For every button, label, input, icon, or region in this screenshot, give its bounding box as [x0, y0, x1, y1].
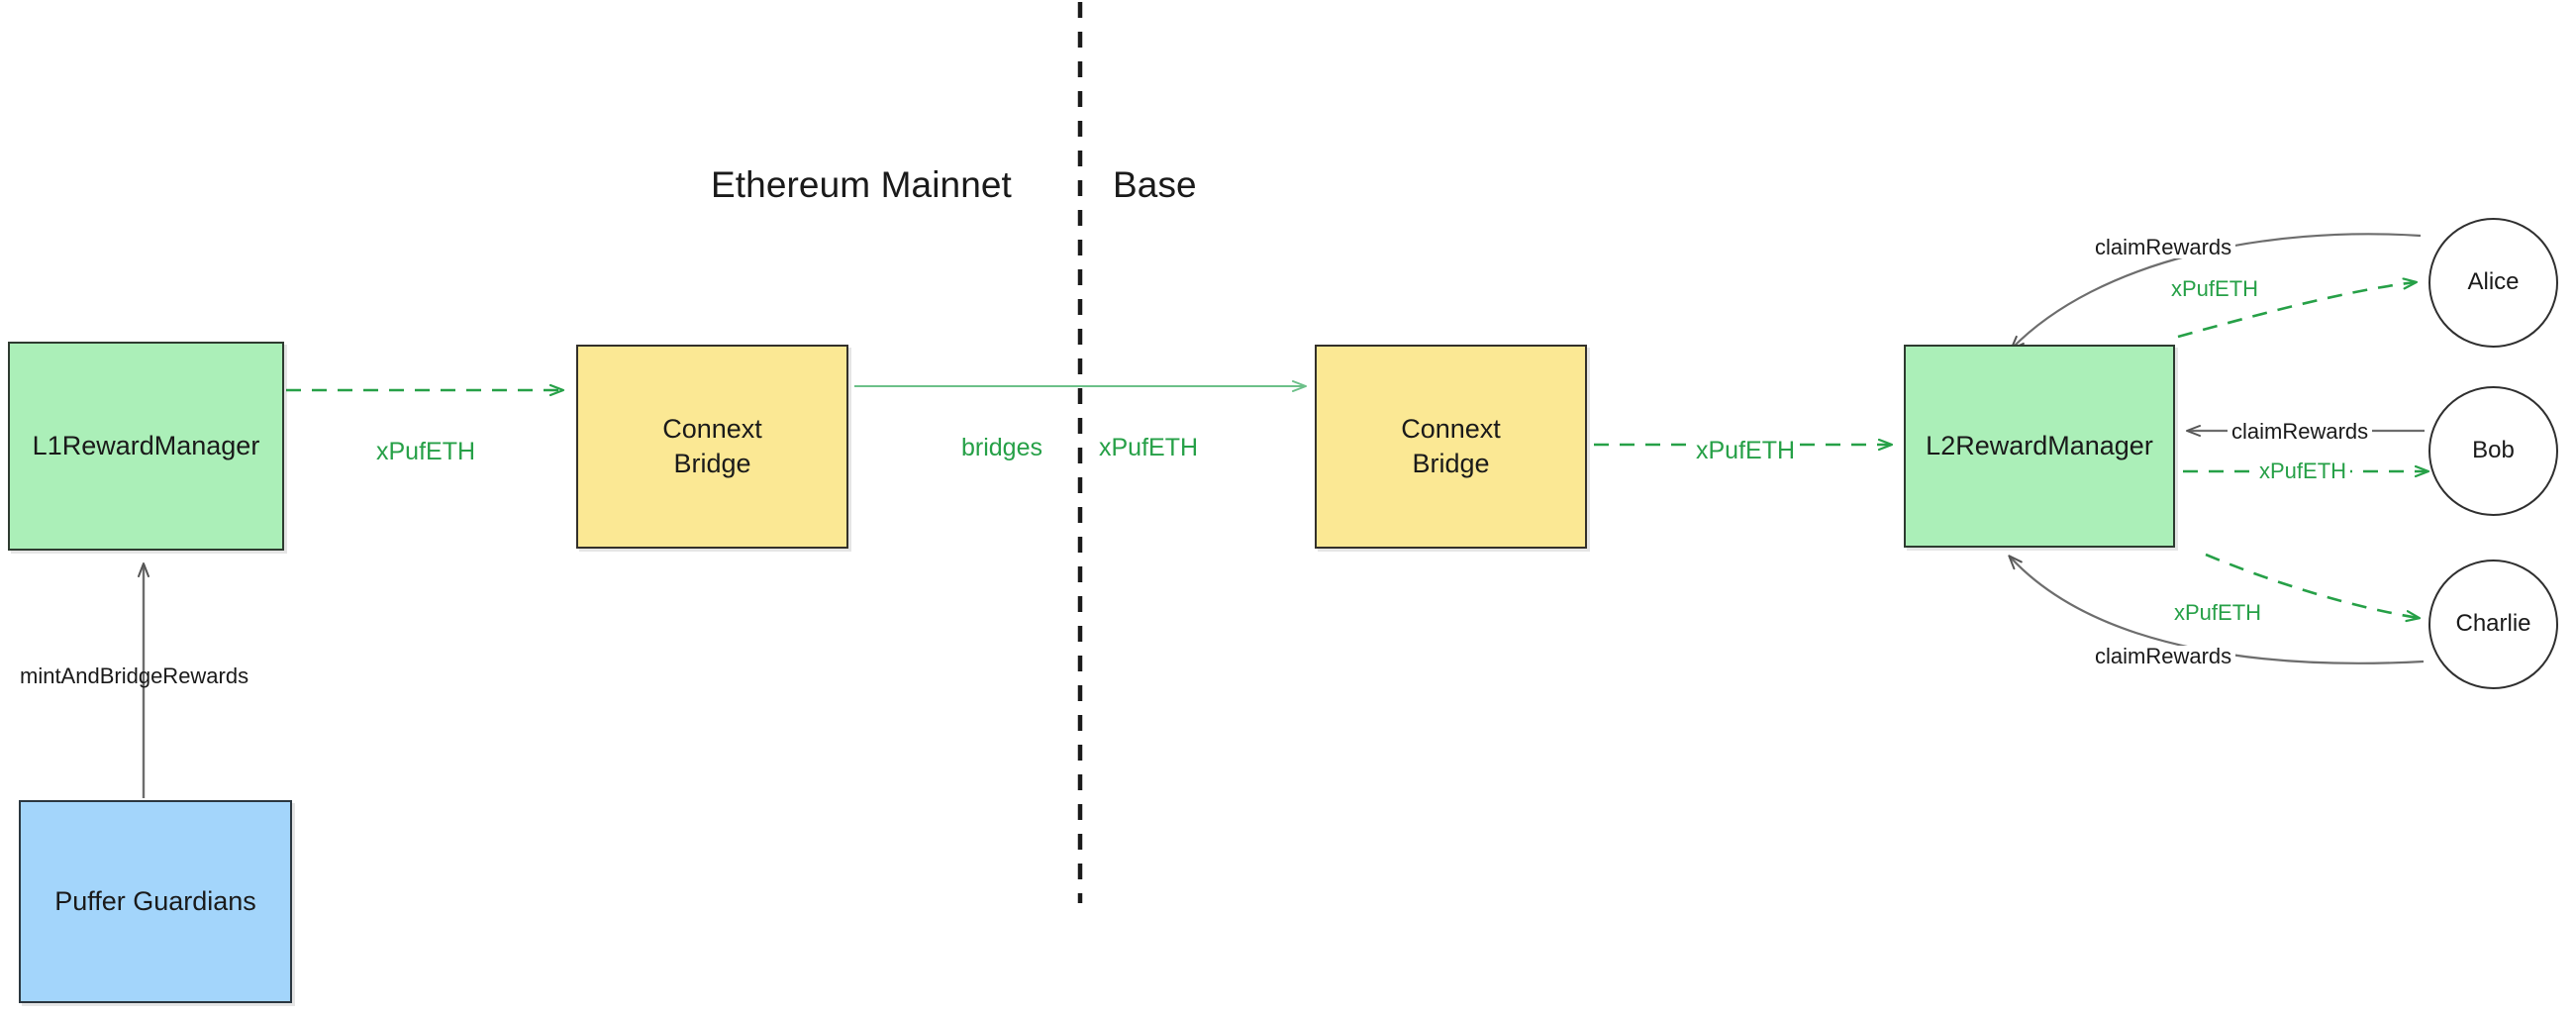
node-user-bob-label: Bob [2472, 437, 2515, 464]
node-user-charlie-label: Charlie [2455, 610, 2531, 638]
diagram-canvas: Ethereum Mainnet Base L1RewardManager Co… [0, 0, 2576, 1018]
node-puffer-guardians-label: Puffer Guardians [54, 886, 256, 917]
edge-label-l1rm-to-connext1: xPufETH [376, 438, 476, 465]
node-l1-reward-manager[interactable]: L1RewardManager [8, 342, 284, 551]
zone-title-ethereum: Ethereum Mainnet [711, 164, 1012, 205]
node-user-bob[interactable]: Bob [2428, 386, 2558, 516]
edge-label-l2rm-to-charlie: xPufETH [2170, 602, 2266, 624]
edge-label-connext2-to-l2rm: xPufETH [1691, 439, 1801, 463]
node-l2-reward-manager-label: L2RewardManager [1926, 431, 2153, 461]
edge-layer [138, 2, 2576, 903]
node-connext-bridge-l1[interactable]: Connext Bridge [576, 345, 848, 549]
node-user-charlie[interactable]: Charlie [2428, 560, 2558, 689]
zone-title-base: Base [1113, 164, 1197, 205]
node-connext-bridge-l2-label: Connext Bridge [1401, 414, 1501, 478]
node-connext-bridge-l1-label: Connext Bridge [662, 414, 762, 478]
node-user-alice[interactable]: Alice [2428, 218, 2558, 348]
edge-label-l2rm-to-alice: xPufETH [2167, 278, 2263, 300]
node-user-alice-label: Alice [2467, 268, 2520, 296]
node-puffer-guardians[interactable]: Puffer Guardians [19, 800, 292, 1003]
edge-label-bridges: bridges [961, 434, 1042, 461]
edge-label-guardians-to-l1rm: mintAndBridgeRewards [20, 663, 249, 688]
edge-label-l2rm-to-bob: xPufETH [2255, 460, 2351, 482]
node-connext-bridge-l2[interactable]: Connext Bridge [1315, 345, 1587, 549]
edge-label-charlie-claim: claimRewards [2091, 646, 2236, 667]
edge-label-bob-claim: claimRewards [2228, 421, 2373, 443]
edge-label-bridges-token: xPufETH [1099, 434, 1199, 461]
node-l1-reward-manager-label: L1RewardManager [32, 431, 260, 461]
node-l2-reward-manager[interactable]: L2RewardManager [1904, 345, 2175, 548]
edge-label-alice-claim: claimRewards [2091, 237, 2236, 258]
